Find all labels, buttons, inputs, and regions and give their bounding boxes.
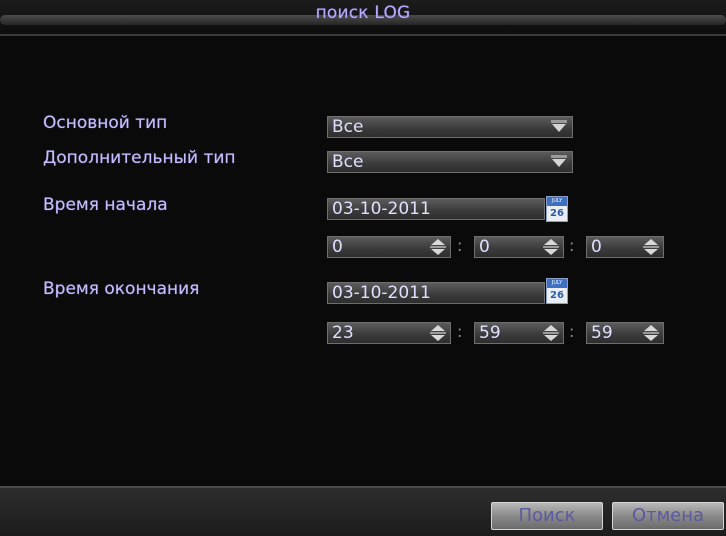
calendar-month: JULY xyxy=(547,197,567,206)
spinner-updown-icon[interactable] xyxy=(541,238,561,258)
spin-divider xyxy=(430,246,446,248)
calendar-day: 26 xyxy=(550,290,564,301)
end-second-stepper[interactable]: 59 xyxy=(586,322,664,344)
chevron-down-icon xyxy=(552,124,566,132)
spinner-updown-icon[interactable] xyxy=(541,324,561,344)
start-minute-value: 0 xyxy=(479,237,490,257)
calendar-icon[interactable]: JULY 26 xyxy=(546,278,568,304)
end-hour-stepper[interactable]: 23 xyxy=(327,322,451,344)
spin-up-icon xyxy=(431,239,445,245)
start-second-value: 0 xyxy=(591,237,602,257)
spinner-updown-icon[interactable] xyxy=(641,238,661,258)
spin-up-icon xyxy=(544,239,558,245)
time-separator: : xyxy=(569,236,575,255)
sub-type-select[interactable]: Все xyxy=(327,151,573,173)
spin-divider xyxy=(643,332,659,334)
spin-up-icon xyxy=(544,325,558,331)
start-minute-stepper[interactable]: 0 xyxy=(474,236,564,258)
start-second-stepper[interactable]: 0 xyxy=(586,236,664,258)
search-button[interactable]: Поиск xyxy=(491,502,603,530)
main-type-value: Все xyxy=(332,117,364,137)
spinner-updown-icon[interactable] xyxy=(428,238,448,258)
spin-divider xyxy=(430,332,446,334)
spin-divider xyxy=(643,246,659,248)
end-date-value: 03-10-2011 xyxy=(332,283,431,303)
title-bar: поиск LOG xyxy=(0,0,726,36)
time-separator: : xyxy=(569,322,575,341)
end-second-value: 59 xyxy=(591,323,613,343)
end-minute-stepper[interactable]: 59 xyxy=(474,322,564,344)
spin-down-icon xyxy=(544,249,558,255)
log-search-dialog: поиск LOG Основной тип Все Дополнительны… xyxy=(0,0,726,536)
calendar-month: JULY xyxy=(547,279,567,288)
dropdown-bar-icon xyxy=(551,120,567,123)
end-hour-value: 23 xyxy=(332,323,354,343)
spin-up-icon xyxy=(644,325,658,331)
spinner-updown-icon[interactable] xyxy=(428,324,448,344)
spin-down-icon xyxy=(644,249,658,255)
end-date-field[interactable]: 03-10-2011 xyxy=(327,282,545,304)
dialog-title: поиск LOG xyxy=(315,3,411,23)
end-minute-value: 59 xyxy=(479,323,501,343)
cancel-button[interactable]: Отмена xyxy=(612,502,724,530)
main-type-select[interactable]: Все xyxy=(327,116,573,138)
start-hour-stepper[interactable]: 0 xyxy=(327,236,451,258)
spin-down-icon xyxy=(431,249,445,255)
spin-down-icon xyxy=(431,335,445,341)
spin-down-icon xyxy=(644,335,658,341)
end-time-label: Время окончания xyxy=(43,279,200,299)
start-hour-value: 0 xyxy=(332,237,343,257)
start-date-field[interactable]: 03-10-2011 xyxy=(327,198,545,220)
sub-type-label: Дополнительный тип xyxy=(43,148,236,168)
dropdown-bar-icon xyxy=(551,155,567,158)
spinner-updown-icon[interactable] xyxy=(641,324,661,344)
calendar-icon[interactable]: JULY 26 xyxy=(546,196,568,222)
spin-up-icon xyxy=(644,239,658,245)
start-date-value: 03-10-2011 xyxy=(332,199,431,219)
spin-divider xyxy=(543,246,559,248)
time-separator: : xyxy=(457,322,463,341)
dialog-footer: Поиск Отмена xyxy=(0,486,726,536)
main-type-label: Основной тип xyxy=(43,113,168,133)
time-separator: : xyxy=(457,236,463,255)
spin-down-icon xyxy=(544,335,558,341)
spin-up-icon xyxy=(431,325,445,331)
spin-divider xyxy=(543,332,559,334)
start-time-label: Время начала xyxy=(43,195,168,215)
calendar-day: 26 xyxy=(550,208,564,219)
chevron-down-icon xyxy=(552,159,566,167)
sub-type-value: Все xyxy=(332,152,364,172)
